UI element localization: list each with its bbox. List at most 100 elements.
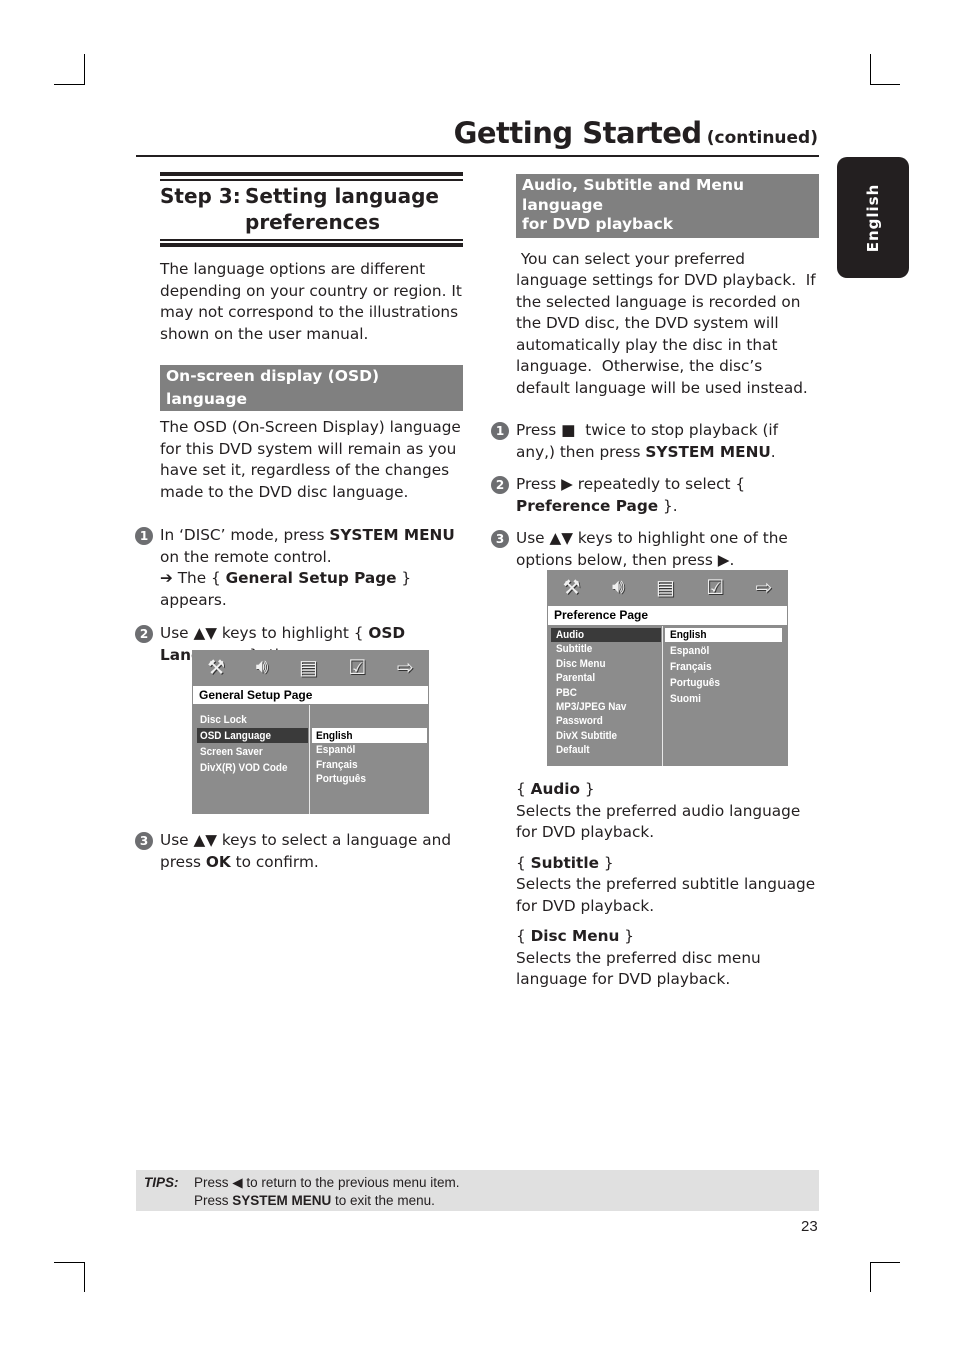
definitions-list: { Audio } Selects the preferred audio la… (516, 779, 826, 991)
osd-page-title: Preference Page (548, 606, 787, 625)
term-name: Disc Menu (530, 927, 620, 945)
osd-general-setup-screenshot: ⚒ 🔊︎ ▤ ☑ ⇨ General Setup Page Disc Lock … (192, 650, 429, 814)
step-text: Press ▶ repeatedly to select { (516, 475, 746, 493)
step-text: Use ▲▼ keys to highlight { (160, 624, 369, 642)
key-name: OK (205, 852, 231, 871)
crop-mark (54, 84, 84, 85)
osd-menu-item: Disc Lock (200, 714, 247, 726)
osd-divider (309, 705, 310, 814)
page-title-continued: (continued) (706, 128, 818, 148)
osd-menu-item: Subtitle (556, 643, 593, 656)
osd-description: The OSD (On-Screen Display) language for… (160, 418, 461, 501)
crop-mark (870, 1262, 871, 1292)
step-heading-title-line1: Setting language (245, 184, 439, 208)
osd-menu-item: DivX(R) VOD Code (200, 762, 288, 774)
step-1: 1 In ‘DISC’ mode, press SYSTEM MENU on t… (135, 525, 463, 611)
intro-paragraph: The language options are different depen… (160, 260, 462, 343)
menu-name: Preference Page (516, 496, 659, 515)
language-tab: English (837, 157, 909, 278)
key-name: SYSTEM MENU (232, 1193, 332, 1208)
key-name: SYSTEM MENU (329, 526, 455, 544)
osd-menu-item: MP3/JPEG Nav (556, 701, 627, 713)
step-number-badge: 1 (491, 422, 509, 440)
step-heading-title-line2: preferences (245, 210, 380, 234)
exit-icon: ⇨ (755, 576, 773, 599)
definition-disc-menu: { Disc Menu } Selects the preferred disc… (516, 926, 826, 991)
osd-option-selected: English (670, 629, 707, 641)
step-text: on the remote control. (160, 547, 332, 566)
osd-menu-item: Password (556, 715, 603, 728)
step-3: 3 Use ▲▼ keys to select a language and p… (135, 830, 463, 873)
step-text: }. (658, 496, 678, 515)
dvd-language-intro: You can select your preferred language s… (516, 249, 821, 397)
definition-desc: Selects the preferred audio language for… (516, 801, 801, 842)
key-name: SYSTEM MENU (645, 442, 771, 461)
tips-text: Press (194, 1193, 233, 1208)
osd-menu-item-selected: Audio (556, 629, 585, 641)
crop-mark (54, 1262, 84, 1263)
osd-menu-item: Default (556, 744, 590, 757)
crop-mark (870, 1262, 900, 1263)
heading-rule-bottom (160, 239, 463, 247)
section-title-osd: On-screen display (OSD) language (160, 365, 463, 411)
step-text: The { (172, 569, 226, 587)
step-number-badge: 2 (135, 625, 153, 643)
crop-mark (870, 84, 900, 85)
speaker-icon: 🔊︎ (611, 575, 625, 598)
film-icon: ▤ (298, 656, 318, 679)
film-icon: ▤ (655, 576, 675, 599)
heading-rule-top (160, 172, 463, 181)
step-text: In ‘DISC’ mode, press (160, 526, 330, 544)
language-tab-label: English (864, 183, 882, 252)
definition-subtitle: { Subtitle } Selects the preferred subti… (516, 853, 826, 918)
tips-box: TIPS: Press ◀ to return to the previous … (136, 1170, 819, 1211)
osd-option: Français (316, 759, 358, 771)
checklist-icon: ☑ (348, 656, 367, 679)
tips-label: TIPS: (144, 1175, 179, 1190)
osd-icon-bar: ⚒ 🔊︎ ▤ ☑ ⇨ (192, 650, 429, 684)
osd-menu-item: Disc Menu (556, 657, 606, 670)
tools-icon: ⚒ (207, 656, 226, 679)
osd-option: Français (670, 661, 712, 673)
step-number-badge: 2 (491, 476, 509, 494)
tips-line-1: Press ◀ to return to the previous menu i… (194, 1175, 460, 1190)
osd-menu-item: DivX Subtitle (556, 729, 618, 742)
osd-option: Espanöl (670, 645, 710, 657)
osd-page-title: General Setup Page (193, 686, 428, 704)
definition-audio: { Audio } Selects the preferred audio la… (516, 779, 826, 844)
step-heading-number: Step 3: (160, 184, 241, 208)
speaker-icon: 🔊︎ (255, 655, 269, 678)
definition-term: { Disc Menu } (516, 927, 635, 945)
menu-name: General Setup Page (225, 569, 397, 587)
right-column: Audio, Subtitle and Menu language for DV… (491, 174, 821, 571)
section-title-line: Audio, Subtitle and Menu language (522, 176, 745, 214)
step-1: 1 Press ■ twice to stop playback (if any… (491, 420, 819, 463)
definition-term: { Audio } (516, 780, 595, 798)
page-number: 23 (801, 1218, 818, 1235)
step-text: . (770, 442, 776, 461)
osd-preference-page-screenshot: ⚒ 🔊︎ ▤ ☑ ⇨ Preference Page Audio Subtitle… (547, 570, 788, 766)
step-text: to confirm. (230, 852, 319, 871)
left-column: Step 3: Setting language preferences The… (135, 172, 463, 666)
term-name: Audio (530, 780, 581, 798)
osd-option: Português (316, 773, 367, 785)
osd-menu-item-selected: OSD Language (200, 730, 271, 742)
crop-mark (870, 54, 871, 85)
osd-option: Espanöl (316, 744, 356, 756)
step-heading: Step 3: Setting language preferences (160, 183, 463, 235)
arrow-right-icon: ➔ (160, 569, 173, 587)
step-number-badge: 3 (135, 832, 153, 850)
section-title-line: for DVD playback (522, 215, 674, 233)
osd-menu-item: Screen Saver (200, 746, 263, 758)
osd-option: Português (670, 677, 721, 689)
section-title-dvd-language: Audio, Subtitle and Menu language for DV… (516, 174, 819, 238)
crop-mark (84, 54, 85, 85)
osd-icon-bar: ⚒ 🔊︎ ▤ ☑ ⇨ (547, 570, 788, 604)
osd-menu-item: Parental (556, 672, 596, 685)
term-name: Subtitle (530, 853, 599, 872)
step-text: Use ▲▼ keys to highlight one of the opti… (516, 529, 788, 569)
step-3: 3 Use ▲▼ keys to highlight one of the op… (491, 528, 819, 571)
tools-icon: ⚒ (562, 576, 581, 599)
definition-term: { Subtitle } (516, 853, 614, 872)
page-title-main: Getting Started (453, 116, 703, 150)
